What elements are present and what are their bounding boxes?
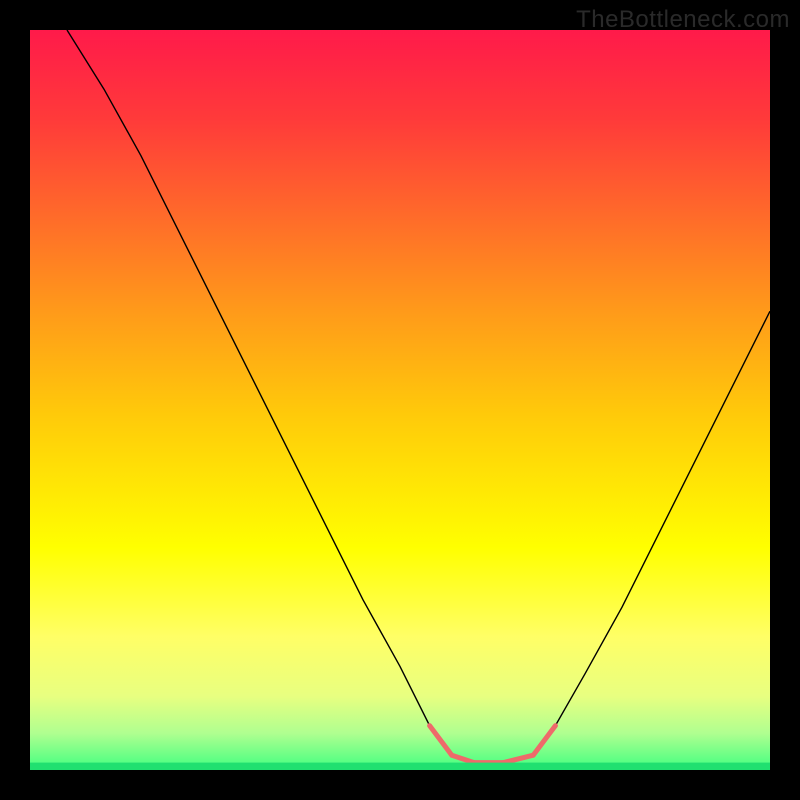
bottom-accent xyxy=(30,30,770,770)
green-stripe xyxy=(30,763,770,770)
watermark-text: TheBottleneck.com xyxy=(576,6,790,34)
chart-plot-area xyxy=(30,30,770,770)
